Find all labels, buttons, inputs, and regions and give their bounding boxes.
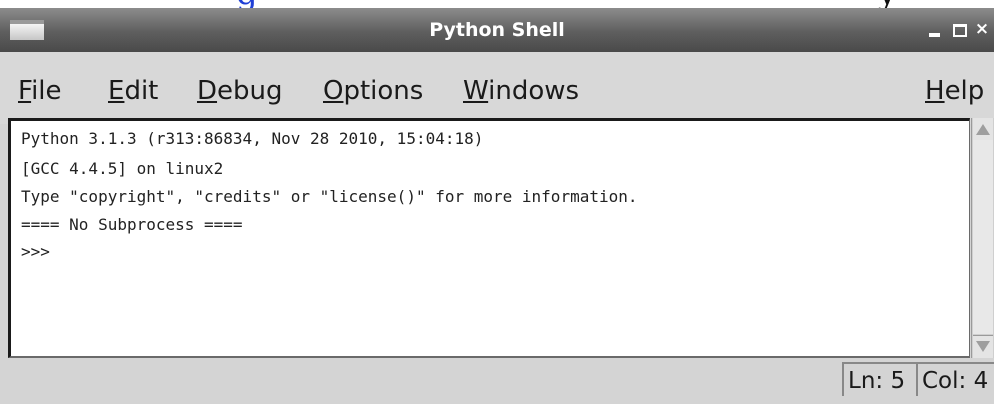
arrow-up-icon xyxy=(976,124,990,135)
arrow-down-icon xyxy=(976,341,990,352)
menu-file[interactable]: File xyxy=(18,76,62,106)
maximize-button[interactable] xyxy=(950,18,968,40)
page-header-fragment: gy xyxy=(236,0,994,8)
screenshot-stage: gy Python Shell × File Edit Debug Option… xyxy=(0,0,994,404)
menu-windows-mnemonic: W xyxy=(463,76,489,106)
minimize-icon xyxy=(929,33,940,37)
shell-version-line: Python 3.1.3 (r313:86834, Nov 28 2010, 1… xyxy=(21,129,484,148)
menu-windows-label: indows xyxy=(488,76,580,106)
menu-bar: File Edit Debug Options Windows Help xyxy=(0,52,994,124)
shell-info-line: Type "copyright", "credits" or "license(… xyxy=(21,187,638,206)
scroll-up-button[interactable] xyxy=(973,118,993,141)
menu-edit-label: dit xyxy=(124,76,159,106)
maximize-icon xyxy=(953,24,967,37)
title-bar[interactable]: Python Shell × xyxy=(0,8,994,52)
close-icon: × xyxy=(974,19,990,39)
scroll-down-button[interactable] xyxy=(973,335,993,358)
vertical-scrollbar[interactable] xyxy=(971,118,994,358)
close-button[interactable]: × xyxy=(972,18,992,40)
menu-debug[interactable]: Debug xyxy=(197,76,283,106)
shell-text-area[interactable]: Python 3.1.3 (r313:86834, Nov 28 2010, 1… xyxy=(8,118,970,358)
status-line-number: Ln: 5 xyxy=(842,362,916,396)
window-title: Python Shell xyxy=(429,19,565,41)
status-column-number: Col: 4 xyxy=(916,362,994,396)
menu-debug-label: ebug xyxy=(217,76,283,106)
menu-file-mnemonic: F xyxy=(18,76,32,106)
shell-compiler-line: [GCC 4.4.5] on linux2 xyxy=(21,159,224,178)
menu-edit[interactable]: Edit xyxy=(108,76,158,106)
menu-debug-mnemonic: D xyxy=(197,76,218,106)
shell-prompt[interactable]: >>> xyxy=(21,242,50,261)
scroll-track[interactable] xyxy=(973,140,993,334)
status-bar: Ln: 5 Col: 4 xyxy=(0,358,994,396)
menu-windows[interactable]: Windows xyxy=(463,76,579,106)
menu-help[interactable]: Help xyxy=(925,76,984,106)
page-text-fragment: y xyxy=(878,0,897,8)
menu-help-label: elp xyxy=(944,76,985,106)
menu-file-label: ile xyxy=(31,76,62,106)
menu-options-label: ptions xyxy=(343,76,424,106)
menu-options-mnemonic: O xyxy=(323,76,344,106)
menu-options[interactable]: Options xyxy=(323,76,423,106)
menu-help-mnemonic: H xyxy=(925,76,945,106)
minimize-button[interactable] xyxy=(926,18,944,40)
menu-edit-mnemonic: E xyxy=(108,76,125,106)
page-link-fragment[interactable]: g xyxy=(236,0,258,8)
shell-subprocess-line: ==== No Subprocess ==== xyxy=(21,215,243,234)
